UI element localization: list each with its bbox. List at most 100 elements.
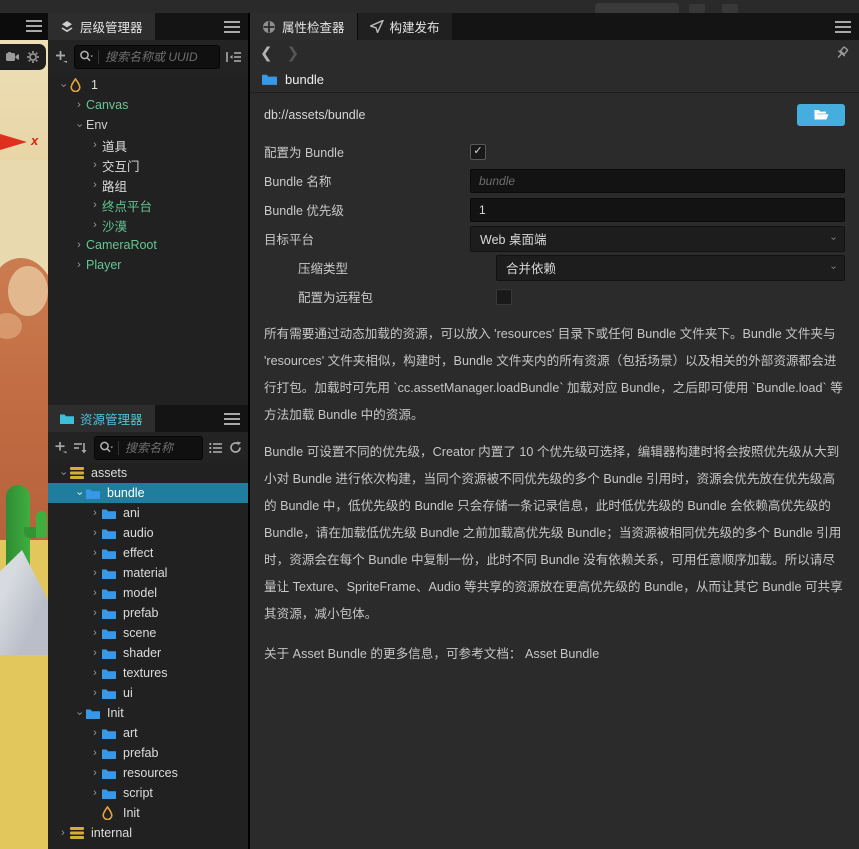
chevron-right-icon[interactable]: › xyxy=(88,607,102,619)
tree-item-art[interactable]: › art xyxy=(48,723,248,743)
chevron-right-icon[interactable]: › xyxy=(72,259,86,271)
tree-item-bundle[interactable]: › bundle xyxy=(48,483,248,503)
chevron-right-icon[interactable]: › xyxy=(88,667,102,679)
chevron-down-icon[interactable]: › xyxy=(58,78,70,92)
tree-item-cameraroot[interactable]: › CameraRoot xyxy=(48,235,248,255)
chevron-right-icon[interactable]: › xyxy=(88,219,102,231)
chevron-right-icon[interactable]: › xyxy=(88,159,102,171)
compression-type-select[interactable]: 合并依赖 › xyxy=(496,254,845,281)
chevron-right-icon[interactable]: › xyxy=(88,747,102,759)
chevron-right-icon[interactable]: › xyxy=(88,139,102,151)
chevron-right-icon[interactable]: › xyxy=(72,239,86,251)
folder-icon xyxy=(102,608,117,619)
tree-item-init-folder[interactable]: › Init xyxy=(48,703,248,723)
chevron-right-icon[interactable]: › xyxy=(88,507,102,519)
back-icon[interactable]: ❮ xyxy=(260,46,273,61)
tree-item-material[interactable]: › material xyxy=(48,563,248,583)
tab-build[interactable]: 构建发布 xyxy=(356,13,452,40)
tree-item-audio[interactable]: › audio xyxy=(48,523,248,543)
chevron-right-icon[interactable]: › xyxy=(88,199,102,211)
tree-item-shamo[interactable]: › 沙漠 xyxy=(48,215,248,235)
chevron-down-icon[interactable]: › xyxy=(58,466,70,480)
chevron-down-icon[interactable]: › xyxy=(74,706,86,720)
tree-item-init-scene[interactable]: › Init xyxy=(48,803,248,823)
tree-item-label: assets xyxy=(91,466,128,480)
tree-item-scene-folder[interactable]: › scene xyxy=(48,623,248,643)
chevron-right-icon[interactable]: › xyxy=(88,787,102,799)
chevron-right-icon[interactable]: › xyxy=(88,767,102,779)
tab-inspector[interactable]: 属性检查器 xyxy=(250,13,357,40)
chevron-right-icon[interactable]: › xyxy=(88,179,102,191)
create-asset-icon[interactable] xyxy=(54,441,67,454)
tab-assets[interactable]: 资源管理器 xyxy=(48,405,155,432)
assets-search-input[interactable] xyxy=(123,439,198,456)
chevron-right-icon[interactable]: › xyxy=(88,567,102,579)
tree-item-canvas[interactable]: › Canvas xyxy=(48,95,248,115)
search-icon[interactable] xyxy=(79,50,94,63)
tree-item-assets-root[interactable]: › assets xyxy=(48,463,248,483)
bundle-name-input[interactable] xyxy=(470,168,845,193)
tree-item-script[interactable]: › script xyxy=(48,783,248,803)
tree-item-prefab[interactable]: › prefab xyxy=(48,603,248,623)
tree-item-daoju[interactable]: › 道具 xyxy=(48,135,248,155)
tree-item-player[interactable]: › Player xyxy=(48,255,248,275)
tree-item-env[interactable]: › Env xyxy=(48,115,248,135)
bundle-help-text: 所有需要通过动态加载的资源，可以放入 'resources' 目录下或任何 Bu… xyxy=(250,311,859,668)
move-gizmo-x-axis[interactable]: x xyxy=(0,133,48,151)
sort-icon[interactable] xyxy=(73,442,88,454)
tree-item-textures[interactable]: › textures xyxy=(48,663,248,683)
filter-icon[interactable] xyxy=(209,442,223,454)
inspector-menu-icon[interactable] xyxy=(835,20,851,33)
chevron-right-icon[interactable]: › xyxy=(88,547,102,559)
scene-menu-icon[interactable] xyxy=(26,20,42,32)
folder-icon xyxy=(102,648,117,659)
chevron-right-icon[interactable]: › xyxy=(88,587,102,599)
assets-search[interactable] xyxy=(94,435,203,460)
gear-icon[interactable] xyxy=(27,51,39,63)
gizmo-arrow-icon[interactable] xyxy=(0,134,27,150)
remote-bundle-checkbox[interactable] xyxy=(496,288,512,305)
chevron-right-icon[interactable]: › xyxy=(88,727,102,739)
tree-item-model[interactable]: › model xyxy=(48,583,248,603)
tree-item-jiaohumen[interactable]: › 交互门 xyxy=(48,155,248,175)
tree-item-label: 沙漠 xyxy=(102,219,128,234)
chevron-right-icon[interactable]: › xyxy=(72,99,86,111)
chevron-right-icon[interactable]: › xyxy=(88,647,102,659)
create-node-icon[interactable] xyxy=(54,50,68,64)
tree-item-ani[interactable]: › ani xyxy=(48,503,248,523)
tree-item-init-prefab[interactable]: › prefab xyxy=(48,743,248,763)
chevron-right-icon[interactable]: › xyxy=(56,827,70,839)
tree-item-resources[interactable]: › resources xyxy=(48,763,248,783)
tree-item-luzu[interactable]: › 路组 xyxy=(48,175,248,195)
tree-item-zhongdianpingtai[interactable]: › 终点平台 xyxy=(48,195,248,215)
forward-icon[interactable]: ❯ xyxy=(287,46,300,61)
cocos-creator-editor: x 层级管理器 搜索名称或 UUID › 1 › Canvas › Env › … xyxy=(0,0,859,849)
inspector-panel: 属性检查器 构建发布 ❮ ❯ bundle db://assets/bundle… xyxy=(250,13,859,849)
search-icon[interactable] xyxy=(99,441,114,454)
tree-item-effect[interactable]: › effect xyxy=(48,543,248,563)
tree-item-shader[interactable]: › shader xyxy=(48,643,248,663)
tab-hierarchy[interactable]: 层级管理器 xyxy=(48,13,155,40)
chevron-down-icon[interactable]: › xyxy=(74,118,86,132)
pin-icon[interactable] xyxy=(835,46,849,60)
chevron-right-icon[interactable]: › xyxy=(88,627,102,639)
collapse-all-icon[interactable] xyxy=(226,51,242,63)
chevron-right-icon[interactable]: › xyxy=(88,687,102,699)
camera-icon[interactable] xyxy=(6,52,20,62)
tree-item-scene-1[interactable]: › 1 xyxy=(48,75,248,95)
chevron-right-icon[interactable]: › xyxy=(88,527,102,539)
chevron-down-icon[interactable]: › xyxy=(74,486,86,500)
hierarchy-search[interactable] xyxy=(74,44,220,69)
open-folder-button[interactable] xyxy=(797,104,845,126)
tree-item-internal-root[interactable]: › internal xyxy=(48,823,248,843)
refresh-icon[interactable] xyxy=(229,441,242,454)
bundle-priority-input[interactable] xyxy=(470,197,845,222)
tree-item-ui[interactable]: › ui xyxy=(48,683,248,703)
assets-menu-icon[interactable] xyxy=(224,412,240,425)
hierarchy-search-input[interactable] xyxy=(103,48,215,65)
remote-bundle-label: 配置为远程包 xyxy=(298,291,374,305)
tree-item-label: script xyxy=(123,786,153,800)
is-bundle-checkbox[interactable]: ✓ xyxy=(470,143,486,160)
hierarchy-menu-icon[interactable] xyxy=(224,20,240,33)
target-platform-select[interactable]: Web 桌面端 › xyxy=(470,225,845,252)
